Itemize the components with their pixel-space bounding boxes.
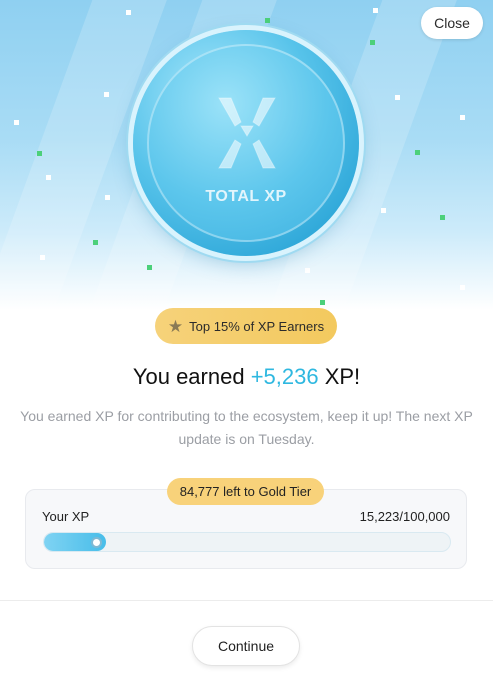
star-icon: ★ [167, 316, 184, 336]
confetti [370, 40, 375, 45]
earned-headline: You earned +5,236 XP! [0, 364, 493, 390]
confetti [460, 285, 465, 290]
confetti [373, 8, 378, 13]
confetti [265, 18, 270, 23]
close-button[interactable]: Close [421, 7, 483, 39]
confetti [147, 265, 152, 270]
confetti [320, 300, 325, 305]
confetti [37, 151, 42, 156]
confetti [440, 215, 445, 220]
rank-badge: ★ Top 15% of XP Earners [155, 308, 337, 344]
footer-divider [0, 600, 493, 601]
confetti [395, 95, 400, 100]
xp-value: 15,223/100,000 [359, 509, 450, 524]
confetti [93, 240, 98, 245]
confetti [104, 92, 109, 97]
confetti [14, 120, 19, 125]
headline-prefix: You earned [132, 364, 251, 389]
rank-badge-text: Top 15% of XP Earners [189, 318, 325, 334]
confetti [126, 10, 131, 15]
earned-description: You earned XP for contributing to the ec… [20, 408, 473, 447]
confetti [415, 150, 420, 155]
total-xp-coin: TOTAL XP [133, 30, 359, 256]
confetti [460, 115, 465, 120]
xp-progress-bar [43, 532, 451, 552]
gold-tier-remaining-badge: 84,777 left to Gold Tier [167, 478, 324, 505]
confetti [40, 255, 45, 260]
continue-button[interactable]: Continue [192, 626, 300, 666]
xp-earned-amount: +5,236 [250, 364, 319, 389]
confetti [46, 175, 51, 180]
xp-emblem-icon [218, 97, 276, 169]
confetti [381, 208, 386, 213]
confetti [105, 195, 110, 200]
coin-label: TOTAL XP [205, 188, 287, 205]
xp-label: Your XP [42, 509, 90, 524]
xp-progress-knob [91, 537, 102, 548]
coin-face: TOTAL XP [147, 44, 345, 242]
headline-suffix: XP! [318, 364, 361, 389]
confetti [305, 268, 310, 273]
